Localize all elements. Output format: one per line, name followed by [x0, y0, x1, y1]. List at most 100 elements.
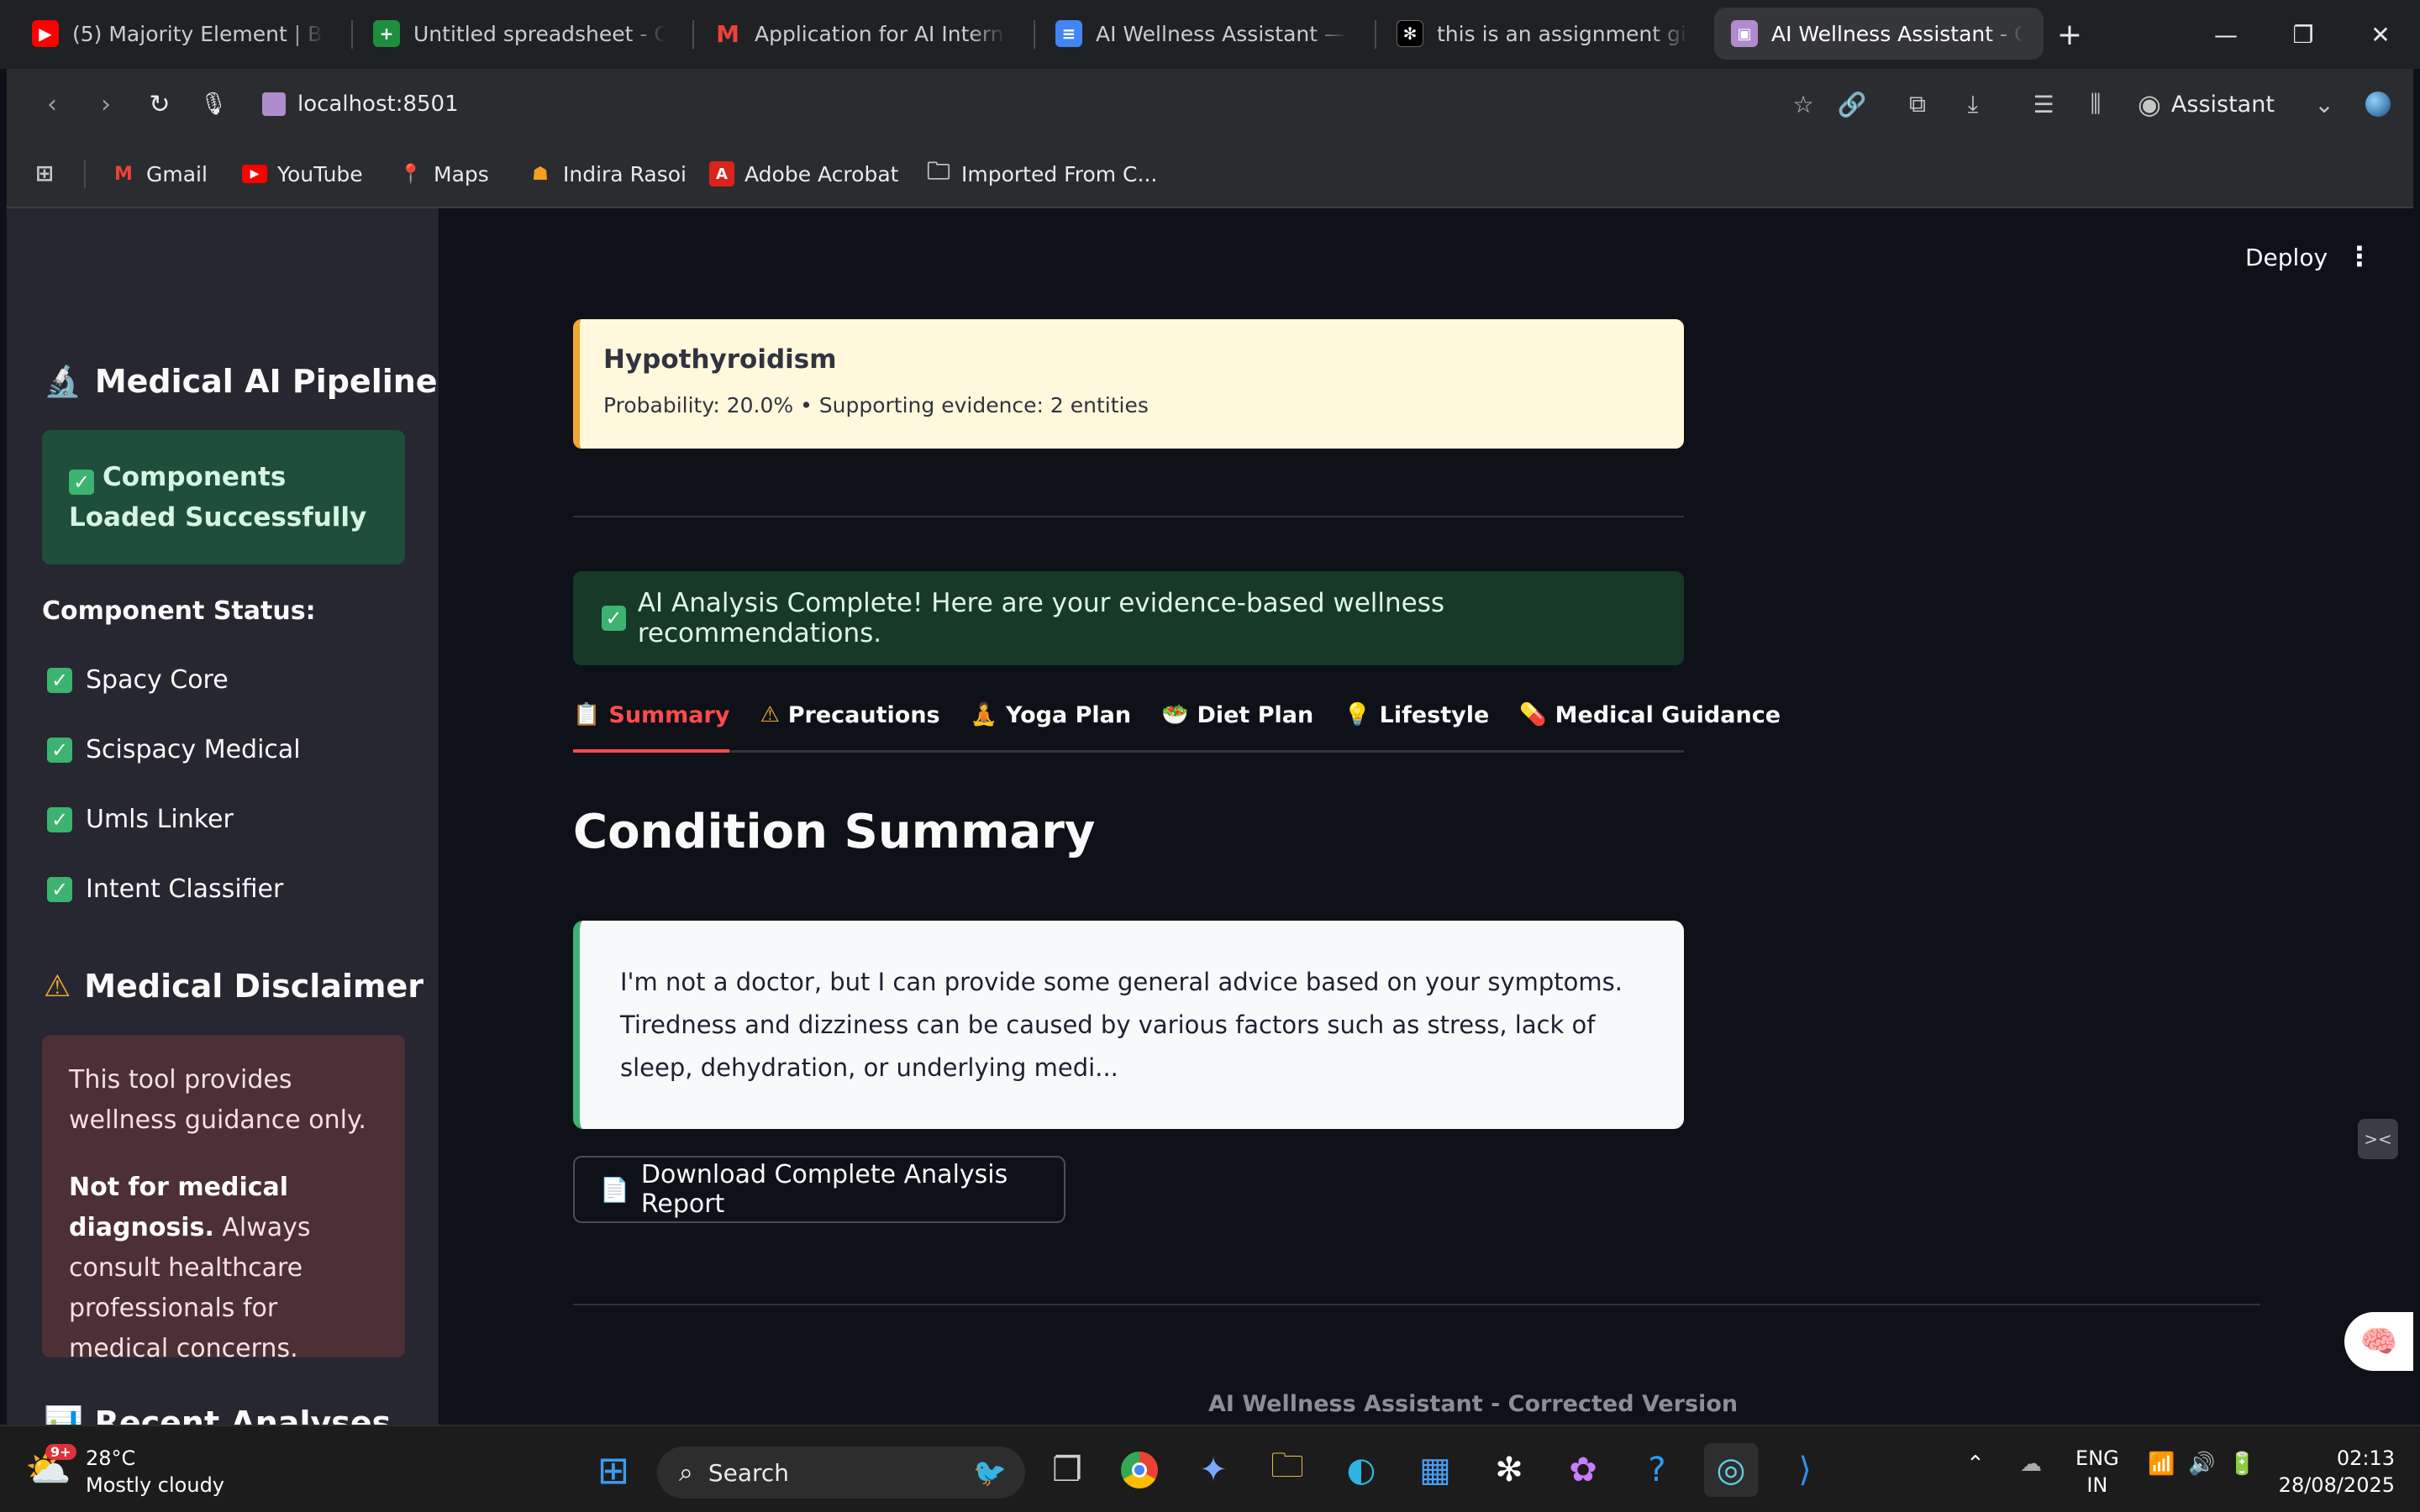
onedrive-icon[interactable]: ☁ [2020, 1452, 2042, 1477]
browser-tab-gmail[interactable]: M Application for AI Internship [697, 7, 1023, 60]
tab-separator [1375, 20, 1376, 49]
browser-tab-spreadsheet[interactable]: + Untitled spreadsheet - Googl [356, 7, 682, 60]
more-menu-icon[interactable]: ⋮ [2346, 240, 2373, 272]
cloudy-weather-icon: ⛅ 9+ [25, 1444, 76, 1496]
windows-start-icon[interactable]: ⊞ [587, 1443, 640, 1497]
main-content: Deploy ⋮ Hypothyroidism Probability: 20.… [439, 208, 2413, 1425]
help-icon[interactable]: ? [1630, 1443, 1684, 1497]
tab-lifestyle[interactable]: 💡 Lifestyle [1344, 702, 1489, 753]
download-report-button[interactable]: 📄 Download Complete Analysis Report [573, 1156, 1065, 1223]
component-item: ✓ Scispacy Medical [47, 735, 301, 764]
bookmark-gmail[interactable]: M Gmail [111, 156, 208, 192]
document-icon: 📄 [600, 1175, 629, 1204]
weather-widget[interactable]: ⛅ 9+ 28°C Mostly cloudy [25, 1444, 224, 1499]
chatgpt-icon[interactable]: ✻ [1482, 1443, 1536, 1497]
indira-rasoi-icon: ☗ [532, 163, 549, 185]
tab-label: Lifestyle [1379, 702, 1490, 728]
result-tabs: 📋 Summary ⚠ Precautions 🧘 Yoga Plan 🥗 Diet P… [573, 702, 1781, 753]
search-label: Search [708, 1458, 790, 1487]
microphone-icon[interactable]: 🎙 [193, 84, 234, 124]
loaded-message: Components Loaded Successfully [69, 462, 367, 533]
bookmark-adobe-acrobat[interactable]: A Adobe Acrobat [709, 156, 898, 192]
disclaimer-text: This tool provides wellness guidance onl… [69, 1065, 366, 1135]
bookmark-maps[interactable]: 📍 Maps [398, 156, 489, 192]
system-clock[interactable]: 02:13 28/08/2025 [2274, 1445, 2395, 1499]
warning-icon: ⚠ [760, 702, 780, 727]
bookmark-imported-folder[interactable]: 🗀 Imported From C... [926, 156, 1157, 192]
address-bar[interactable]: localhost:8501 [262, 84, 459, 124]
file-explorer-icon[interactable]: 🗀 [1260, 1443, 1314, 1497]
chevron-down-icon[interactable]: ⌄ [2304, 84, 2344, 124]
component-name: Spacy Core [86, 665, 229, 695]
component-item: ✓ Spacy Core [47, 665, 229, 695]
browser-app-icon[interactable]: ◎ [1704, 1443, 1758, 1497]
tab-summary[interactable]: 📋 Summary [573, 702, 730, 753]
bookmark-youtube[interactable]: ▶ YouTube [242, 156, 363, 192]
tab-title: Untitled spreadsheet - Googl [413, 21, 666, 46]
chrome-icon[interactable] [1113, 1443, 1166, 1497]
new-tab-button[interactable]: + [2040, 0, 2099, 69]
forward-button[interactable]: › [86, 84, 126, 124]
bookmark-star-icon[interactable]: ☆ [1783, 84, 1823, 124]
reload-button[interactable]: ↻ [139, 84, 180, 124]
browser-tab-active[interactable]: ▣ AI Wellness Assistant - Corre [1714, 8, 2044, 60]
section-title: Condition Summary [573, 805, 1096, 859]
battery-icon[interactable]: 🔋 [2228, 1452, 2255, 1477]
code-toggle-icon[interactable]: >< [2358, 1119, 2398, 1159]
profile-avatar[interactable] [2358, 84, 2398, 124]
link-icon[interactable]: 🔗 [1832, 84, 1872, 124]
audio-icon[interactable]: ⫼ [2075, 84, 2116, 124]
browser-tab-chatgpt[interactable]: ✻ this is an assignment given fo [1380, 7, 1706, 60]
edge-icon[interactable]: ◐ [1334, 1443, 1388, 1497]
complete-message: AI Analysis Complete! Here are your evid… [637, 588, 1445, 648]
back-button[interactable]: ‹ [32, 84, 72, 124]
bookmark-indira-rasoi[interactable]: ☗ Indira Rasoi [528, 156, 687, 192]
taskbar-search[interactable]: ⌕ Search 🐦 [657, 1446, 1025, 1499]
recent-analyses-heading: 📊 Recent Analyses [44, 1404, 391, 1425]
gmail-icon: M [114, 163, 133, 185]
m365-icon[interactable]: ✿ [1556, 1443, 1610, 1497]
reading-list-icon[interactable]: ☰ [2023, 84, 2064, 124]
restore-button[interactable]: ❐ [2265, 0, 2341, 69]
bookmark-label: Adobe Acrobat [744, 161, 899, 186]
browser-tab-docs[interactable]: ≡ AI Wellness Assistant — Full S [1039, 7, 1365, 60]
disclaimer-title: Medical Disclaimer [84, 968, 424, 1005]
store-icon[interactable]: ▦ [1408, 1443, 1462, 1497]
bookmark-label: Indira Rasoi [563, 161, 687, 186]
component-name: Scispacy Medical [86, 735, 301, 764]
sheets-icon: + [373, 20, 400, 47]
component-name: Umls Linker [86, 805, 234, 834]
tab-diet-plan[interactable]: 🥗 Diet Plan [1161, 702, 1313, 753]
summary-card: I'm not a doctor, but I can provide some… [573, 921, 1684, 1129]
download-label: Download Complete Analysis Report [640, 1160, 1008, 1219]
tray-expand-icon[interactable]: ⌃ [1966, 1452, 1985, 1477]
check-icon: ✓ [602, 606, 626, 631]
streamlit-icon: ▣ [1731, 20, 1758, 47]
download-icon[interactable]: ⤓ [1953, 84, 1993, 124]
tab-medical-guidance[interactable]: 💊 Medical Guidance [1519, 702, 1781, 753]
assistant-button[interactable]: ◉ Assistant [2138, 84, 2275, 124]
minimize-button[interactable]: — [2188, 0, 2264, 69]
deploy-button[interactable]: Deploy [2245, 244, 2328, 271]
disclaimer-alert: This tool provides wellness guidance onl… [42, 1035, 405, 1363]
wifi-icon[interactable]: 📶 [2148, 1452, 2175, 1477]
sidebar: 🔬 Medical AI Pipeline ✓ Components Loaded… [7, 208, 439, 1425]
browser-tab-youtube[interactable]: ▶ (5) Majority Element | Brute- [15, 7, 341, 60]
component-item: ✓ Umls Linker [47, 805, 234, 834]
maps-icon: 📍 [399, 163, 423, 185]
bookmark-label: Gmail [146, 161, 208, 186]
tab-precautions[interactable]: ⚠ Precautions [760, 702, 939, 753]
apps-grid-icon[interactable]: ⊞ [32, 156, 67, 192]
copilot-icon[interactable]: ✦ [1186, 1443, 1240, 1497]
close-window-button[interactable]: ✕ [2343, 0, 2418, 69]
ai-brain-icon[interactable]: 🧠 [2344, 1312, 2413, 1371]
tab-yoga-plan[interactable]: 🧘 Yoga Plan [971, 702, 1131, 753]
vscode-icon[interactable]: ⟩ [1778, 1443, 1832, 1497]
task-view-icon[interactable]: ❐ [1040, 1443, 1094, 1497]
clock-date: 28/08/2025 [2278, 1473, 2395, 1497]
language-indicator[interactable]: ENG IN [2075, 1445, 2119, 1499]
volume-icon[interactable]: 🔊 [2188, 1452, 2215, 1477]
check-icon: ✓ [69, 470, 94, 495]
condition-card: Hypothyroidism Probability: 20.0% • Supp… [573, 319, 1684, 449]
extensions-icon[interactable]: ⧉ [1897, 84, 1938, 124]
